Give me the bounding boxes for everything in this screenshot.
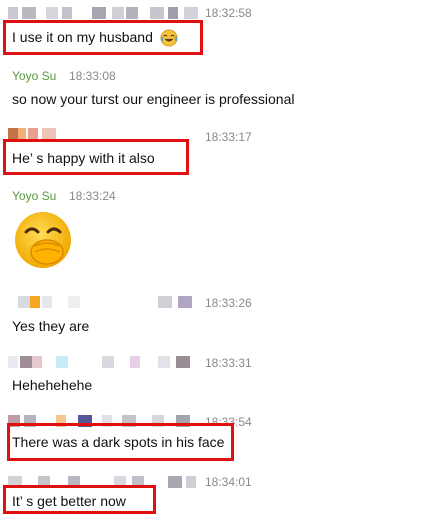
message-text[interactable]: It’ s get better now bbox=[12, 493, 126, 509]
message-time: 18:33:24 bbox=[69, 189, 116, 203]
message-time: 18:32:58 bbox=[205, 6, 252, 20]
covering-mouth-laughing-emoji-icon[interactable] bbox=[13, 210, 73, 270]
sender-name: Yoyo Su bbox=[12, 189, 57, 203]
message-time: 18:33:08 bbox=[69, 69, 116, 83]
message-text[interactable]: He’ s happy with it also bbox=[12, 150, 155, 166]
message-time: 18:34:01 bbox=[205, 475, 252, 489]
message-text[interactable]: Hehehehehe bbox=[12, 377, 92, 393]
message-time: 18:33:31 bbox=[205, 356, 252, 370]
sender-name: Yoyo Su bbox=[12, 69, 57, 83]
message-time: 18:33:17 bbox=[205, 130, 252, 144]
message-text[interactable]: so now your turst our engineer is profes… bbox=[12, 91, 294, 107]
message-time: 18:33:26 bbox=[205, 296, 252, 310]
message-text[interactable]: I use it on my husband bbox=[12, 29, 178, 47]
message-text[interactable]: There was a dark spots in his face bbox=[12, 434, 224, 450]
message-text[interactable]: Yes they are bbox=[12, 318, 89, 334]
tears-of-joy-emoji-icon bbox=[160, 29, 178, 47]
